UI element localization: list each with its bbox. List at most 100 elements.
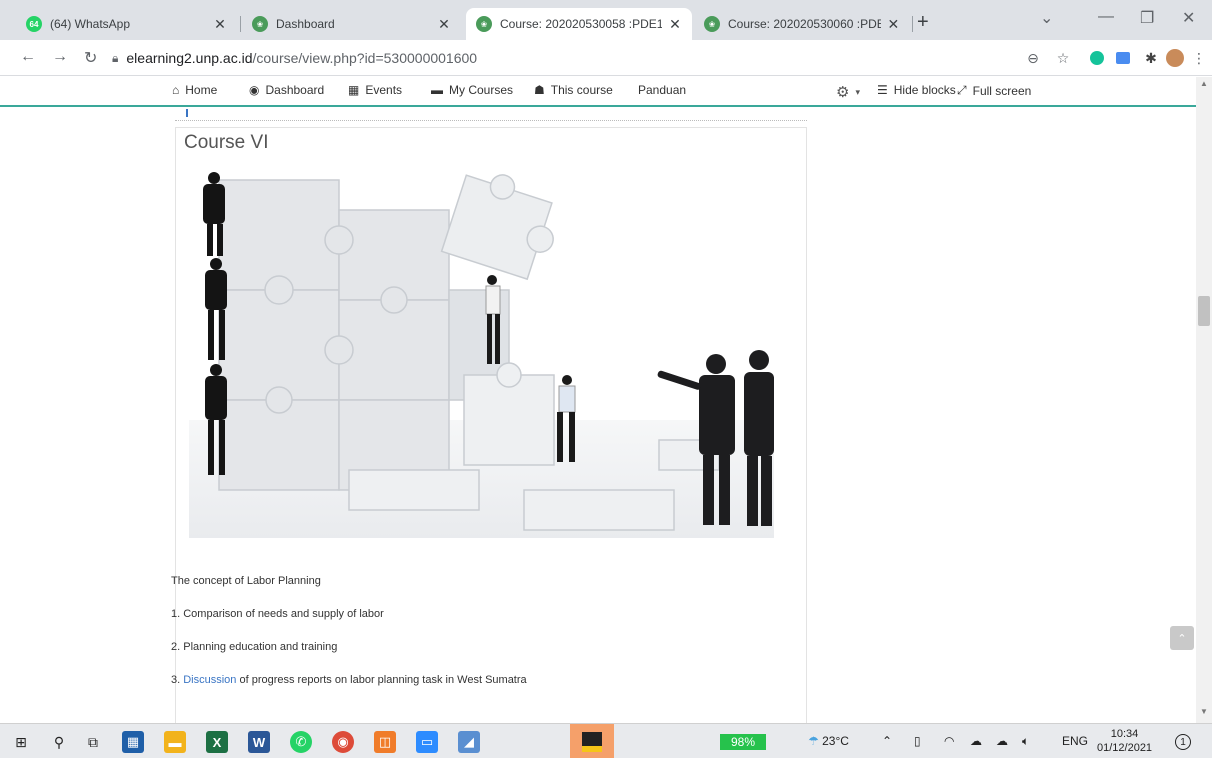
close-icon[interactable]: ✕ [887, 16, 900, 33]
extensions-puzzle-icon[interactable]: ✱ [1142, 49, 1160, 67]
nav-panduan-label: Panduan [638, 83, 687, 97]
tab-course-2[interactable]: ❀ Course: 202020530060 :PDE2.61. ✕ [694, 8, 910, 40]
whatsapp-icon: 64 [26, 16, 42, 32]
tablet-pen-icon[interactable]: ▯ [914, 734, 921, 748]
close-icon[interactable]: ✕ [668, 16, 682, 33]
language-indicator[interactable]: ENG [1062, 734, 1088, 748]
close-window-icon[interactable]: ✕ [1182, 8, 1195, 28]
tab-dashboard[interactable]: ❀ Dashboard ✕ [242, 8, 462, 40]
course-image [189, 170, 774, 538]
chrome-icon[interactable]: ◉ [332, 731, 354, 753]
sticky-notes-button[interactable] [570, 724, 614, 758]
caret-down-icon: ▾ [855, 86, 860, 97]
scroll-down-arrow-icon[interactable]: ▼ [1200, 707, 1208, 716]
clock-date: 01/12/2021 [1097, 742, 1153, 754]
nav-events[interactable]: ▦ Events [348, 83, 402, 97]
page-scrollbar[interactable]: ▲ ▼ [1196, 77, 1212, 723]
discussion-link[interactable]: Discussion [183, 674, 236, 686]
section-line: 2. Planning education and training [171, 641, 338, 653]
whatsapp-taskbar-icon[interactable]: ✆ [290, 731, 312, 753]
battery-indicator[interactable]: 98% [720, 734, 766, 750]
notification-count: 1 [1175, 734, 1191, 750]
weather-icon: ☂ [808, 734, 819, 748]
onedrive-icon[interactable]: ☁ [996, 734, 1008, 748]
page-content: Course VI The concept of Labor Planning … [0, 109, 1196, 723]
wifi-icon[interactable]: ◠ [944, 734, 954, 748]
section-line-rest: of progress reports on labor planning ta… [236, 674, 527, 686]
nav-my-courses-label: My Courses [449, 83, 514, 97]
tab-whatsapp[interactable]: 64 (64) WhatsApp ✕ [16, 8, 238, 40]
minimize-icon[interactable]: — [1098, 8, 1114, 26]
tablet-app-icon[interactable]: ◢ [458, 731, 480, 753]
clock-time: 10:34 [1110, 728, 1139, 740]
windows-start-icon[interactable]: ⊞ [10, 731, 32, 753]
home-icon: ⌂ [172, 83, 180, 97]
network-cloud-icon[interactable]: ☁ [970, 734, 982, 748]
excel-icon[interactable]: X [206, 731, 228, 753]
windows-taskbar: ⊞ ⚲ ⧉ ▦ ▬ X W ✆ ◉ ◫ ▭ ◢ 98% ☂ 23°C ⌃ ▯ ◠… [0, 723, 1212, 758]
task-view-icon[interactable]: ⧉ [82, 731, 104, 753]
bookmark-star-icon[interactable]: ☆ [1054, 49, 1072, 67]
translate-extension-icon[interactable] [1114, 49, 1132, 67]
nav-this-course-label: This course [550, 83, 613, 97]
nav-my-courses[interactable]: ▬ My Courses [431, 83, 513, 97]
nav-home[interactable]: ⌂ Home [172, 83, 217, 97]
settings-menu[interactable]: ⚙ ▾ [836, 83, 860, 101]
unp-logo-icon: ❀ [252, 16, 268, 32]
back-to-top-button[interactable]: ⌃ [1170, 626, 1194, 650]
tab-separator [912, 16, 913, 32]
grammarly-icon[interactable] [1088, 49, 1106, 67]
weather-temp: 23°C [822, 734, 849, 748]
browser-toolbar: ← → ↻ 🔒︎ elearning2.unp.ac.id/course/vie… [0, 40, 1212, 76]
section-line: The concept of Labor Planning [171, 575, 321, 587]
tab-separator [240, 16, 241, 32]
nav-home-label: Home [185, 83, 218, 97]
section-line-prefix: 3. [171, 674, 184, 686]
close-icon[interactable]: ✕ [212, 16, 228, 33]
full-screen-label: Full screen [972, 83, 1032, 98]
browser-menu-icon[interactable]: ⋮ [1190, 49, 1208, 67]
nav-panduan[interactable]: Panduan [638, 83, 686, 97]
volume-icon[interactable]: 🔈︎ [1022, 734, 1029, 749]
scroll-thumb[interactable] [1198, 296, 1210, 326]
notification-center-icon[interactable]: 1 [1172, 731, 1194, 753]
forward-icon[interactable]: → [52, 48, 68, 66]
reload-icon[interactable]: ↻ [84, 48, 97, 68]
chevron-up-icon: ⌃ [1177, 632, 1187, 645]
tab-title: Course: 202020530060 :PDE2.61. [728, 17, 881, 31]
calendar-icon: ▦ [348, 83, 360, 97]
file-explorer-icon[interactable]: ▬ [164, 731, 186, 753]
nav-this-course[interactable]: ☗ This course [534, 83, 613, 97]
calculator-icon[interactable]: ▦ [122, 731, 144, 753]
close-icon[interactable]: ✕ [436, 16, 452, 33]
hide-blocks-button[interactable]: ☰ Hide blocks [877, 83, 956, 97]
zoom-app-icon[interactable]: ▭ [416, 731, 438, 753]
previous-section-edge [175, 109, 807, 121]
gear-icon: ⚙ [836, 84, 850, 101]
tab-title: Dashboard [276, 17, 335, 31]
profile-avatar-icon[interactable] [1166, 49, 1184, 67]
url-host: elearning2.unp.ac.id [126, 50, 253, 66]
tab-course-active[interactable]: ❀ Course: 202020530058 :PDE1.61. ✕ [466, 8, 692, 40]
dashboard-icon: ◉ [249, 83, 260, 97]
restore-icon[interactable]: ❐ [1140, 8, 1154, 28]
url-path: /course/view.php?id=530000001600 [252, 50, 478, 66]
zoom-icon[interactable]: ⊖ [1024, 49, 1042, 67]
tab-search-icon[interactable]: ⌄ [1040, 8, 1053, 28]
full-screen-button[interactable]: ⤢ Full screen [957, 83, 1031, 98]
new-tab-button[interactable]: + [917, 10, 929, 34]
search-icon[interactable]: ⚲ [48, 731, 70, 753]
weather-widget[interactable]: ☂ 23°C [808, 734, 849, 748]
nav-dashboard[interactable]: ◉ Dashboard [249, 83, 324, 97]
clock[interactable]: 10:34 01/12/2021 [1097, 727, 1152, 755]
back-icon[interactable]: ← [20, 48, 36, 66]
hide-blocks-label: Hide blocks [893, 83, 956, 97]
app-orange-icon[interactable]: ◫ [374, 731, 396, 753]
show-hidden-icons-icon[interactable]: ⌃ [882, 734, 892, 748]
briefcase-icon: ▬ [431, 83, 443, 97]
scroll-up-arrow-icon[interactable]: ▲ [1200, 79, 1208, 88]
address-bar[interactable]: 🔒︎ elearning2.unp.ac.id/course/view.php?… [112, 44, 1062, 72]
tab-title: Course: 202020530058 :PDE1.61. [500, 17, 662, 31]
browser-tabstrip: 64 (64) WhatsApp ✕ ❀ Dashboard ✕ ❀ Cours… [0, 0, 1212, 40]
word-icon[interactable]: W [248, 731, 270, 753]
